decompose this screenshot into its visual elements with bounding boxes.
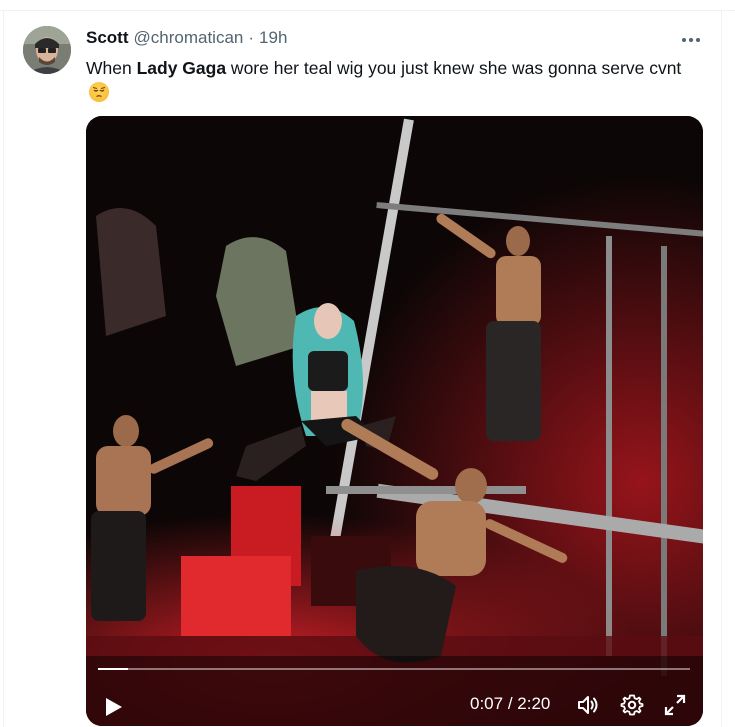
fullscreen-icon[interactable]	[663, 693, 687, 717]
author-handle[interactable]: @chromatican	[134, 28, 244, 48]
avatar-photo	[23, 26, 71, 74]
volume-icon[interactable]	[576, 693, 600, 717]
tweet-header: Scott @chromatican · 19h	[86, 28, 287, 52]
video-progress-fill	[98, 668, 128, 670]
timeline-border-right	[721, 10, 722, 727]
header-separator: ·	[248, 28, 255, 47]
tweet-mention-lady-gaga[interactable]: Lady Gaga	[137, 58, 226, 78]
video-duration: 2:20	[517, 694, 551, 713]
video-frame-concert-stage	[86, 116, 703, 726]
timeline-border-left	[3, 10, 4, 727]
avatar[interactable]	[23, 26, 71, 74]
video-player[interactable]: 0:07 / 2:20	[86, 116, 703, 726]
author-display-name[interactable]: Scott	[86, 28, 129, 48]
settings-gear-icon[interactable]	[620, 693, 644, 717]
play-icon[interactable]	[104, 696, 124, 718]
video-time-separator: /	[503, 694, 518, 713]
video-time-display: 0:07 / 2:20	[470, 694, 550, 714]
tweet-text: When Lady Gaga wore her teal wig you jus…	[86, 56, 686, 104]
timeline-divider	[0, 10, 735, 11]
video-progress-bar[interactable]	[98, 668, 690, 670]
tweet-text-prefix: When	[86, 58, 137, 78]
tweet-text-suffix: wore her teal wig you just knew she was …	[226, 58, 682, 78]
video-current-time: 0:07	[470, 694, 504, 713]
pensive-face-emoji-icon	[89, 82, 109, 102]
more-horizontal-icon[interactable]	[676, 30, 706, 50]
tweet-timestamp[interactable]: 19h	[259, 28, 287, 48]
